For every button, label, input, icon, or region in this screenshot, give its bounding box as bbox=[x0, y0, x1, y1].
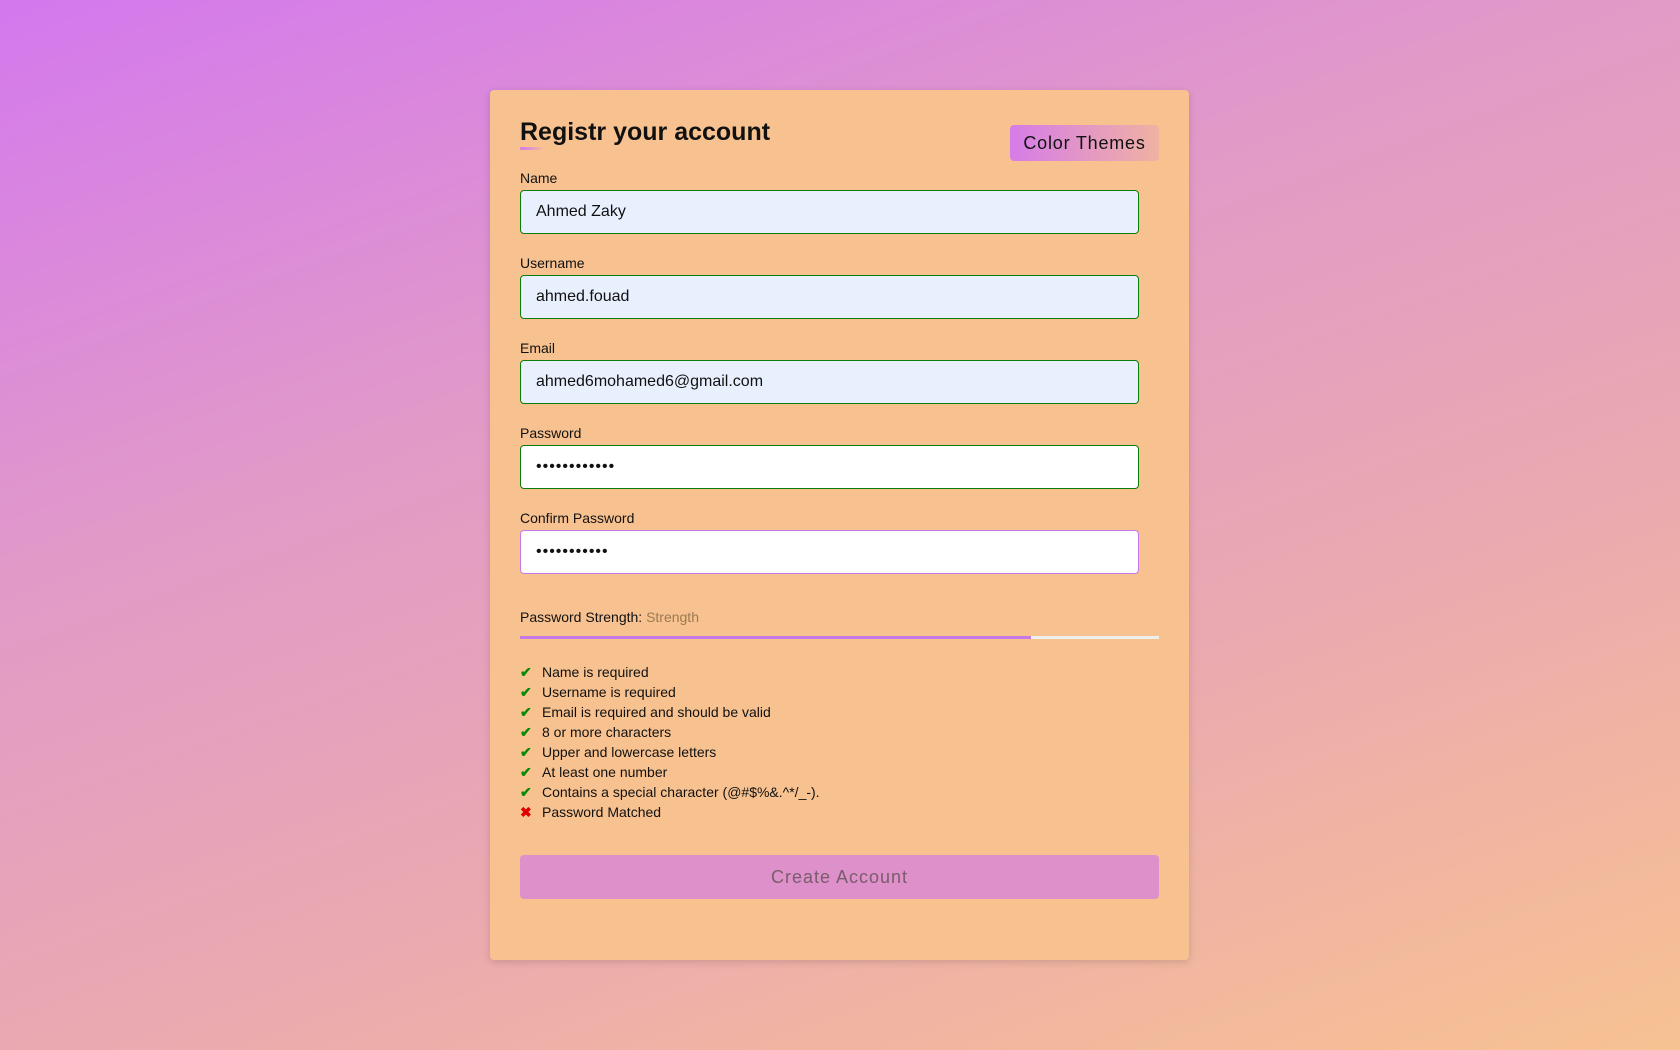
title-underline bbox=[520, 147, 542, 150]
name-input[interactable] bbox=[520, 190, 1139, 234]
register-card: Registr your account Color Themes Name U… bbox=[490, 90, 1189, 960]
username-field: Username bbox=[520, 255, 1139, 319]
create-account-button[interactable]: Create Account bbox=[520, 855, 1159, 899]
username-input[interactable] bbox=[520, 275, 1139, 319]
check-icon: ✔ bbox=[520, 723, 532, 740]
email-label: Email bbox=[520, 340, 556, 356]
confirm-password-label: Confirm Password bbox=[520, 510, 635, 526]
check-icon: ✔ bbox=[520, 783, 532, 800]
check-icon: ✔ bbox=[520, 663, 532, 680]
name-label: Name bbox=[520, 170, 558, 186]
validation-item: ✔ Name is required bbox=[520, 662, 820, 682]
password-input[interactable] bbox=[520, 445, 1139, 489]
validation-item: ✖ Password Matched bbox=[520, 802, 820, 822]
strength-bar-fill bbox=[520, 636, 1032, 639]
email-input[interactable] bbox=[520, 360, 1139, 404]
password-label: Password bbox=[520, 425, 582, 441]
strength-bar bbox=[520, 636, 1159, 639]
confirm-password-input[interactable] bbox=[520, 530, 1139, 574]
confirm-password-field: Confirm Password bbox=[520, 510, 1139, 574]
page-title: Registr your account bbox=[520, 118, 771, 146]
validation-text: Contains a special character (@#$%&.^*/_… bbox=[542, 784, 820, 800]
strength-value: Strength bbox=[646, 609, 699, 625]
validation-item: ✔ Upper and lowercase letters bbox=[520, 742, 820, 762]
check-icon: ✔ bbox=[520, 763, 532, 780]
validation-list: ✔ Name is required ✔ Username is required ✔ E… bbox=[520, 662, 820, 822]
username-label: Username bbox=[520, 255, 585, 271]
validation-item: ✔ At least one number bbox=[520, 762, 820, 782]
validation-item: ✔ Contains a special character (@#$%&.^*/… bbox=[520, 782, 820, 802]
validation-text: Password Matched bbox=[542, 804, 662, 820]
validation-text: 8 or more characters bbox=[542, 724, 672, 740]
validation-text: Upper and lowercase letters bbox=[542, 744, 717, 760]
check-icon: ✔ bbox=[520, 683, 532, 700]
password-strength: Password Strength: Strength bbox=[520, 609, 699, 625]
validation-text: Name is required bbox=[542, 664, 649, 680]
strength-label: Password Strength: bbox=[520, 609, 643, 625]
check-icon: ✔ bbox=[520, 743, 532, 760]
validation-item: ✔ Username is required bbox=[520, 682, 820, 702]
validation-text: At least one number bbox=[542, 764, 668, 780]
cross-icon: ✖ bbox=[520, 803, 532, 820]
validation-item: ✔ 8 or more characters bbox=[520, 722, 820, 742]
validation-item: ✔ Email is required and should be valid bbox=[520, 702, 820, 722]
password-field: Password bbox=[520, 425, 1139, 489]
email-field: Email bbox=[520, 340, 1139, 404]
validation-text: Email is required and should be valid bbox=[542, 704, 771, 720]
validation-text: Username is required bbox=[542, 684, 676, 700]
check-icon: ✔ bbox=[520, 703, 532, 720]
color-themes-button[interactable]: Color Themes bbox=[1010, 125, 1159, 161]
name-field: Name bbox=[520, 170, 1139, 234]
